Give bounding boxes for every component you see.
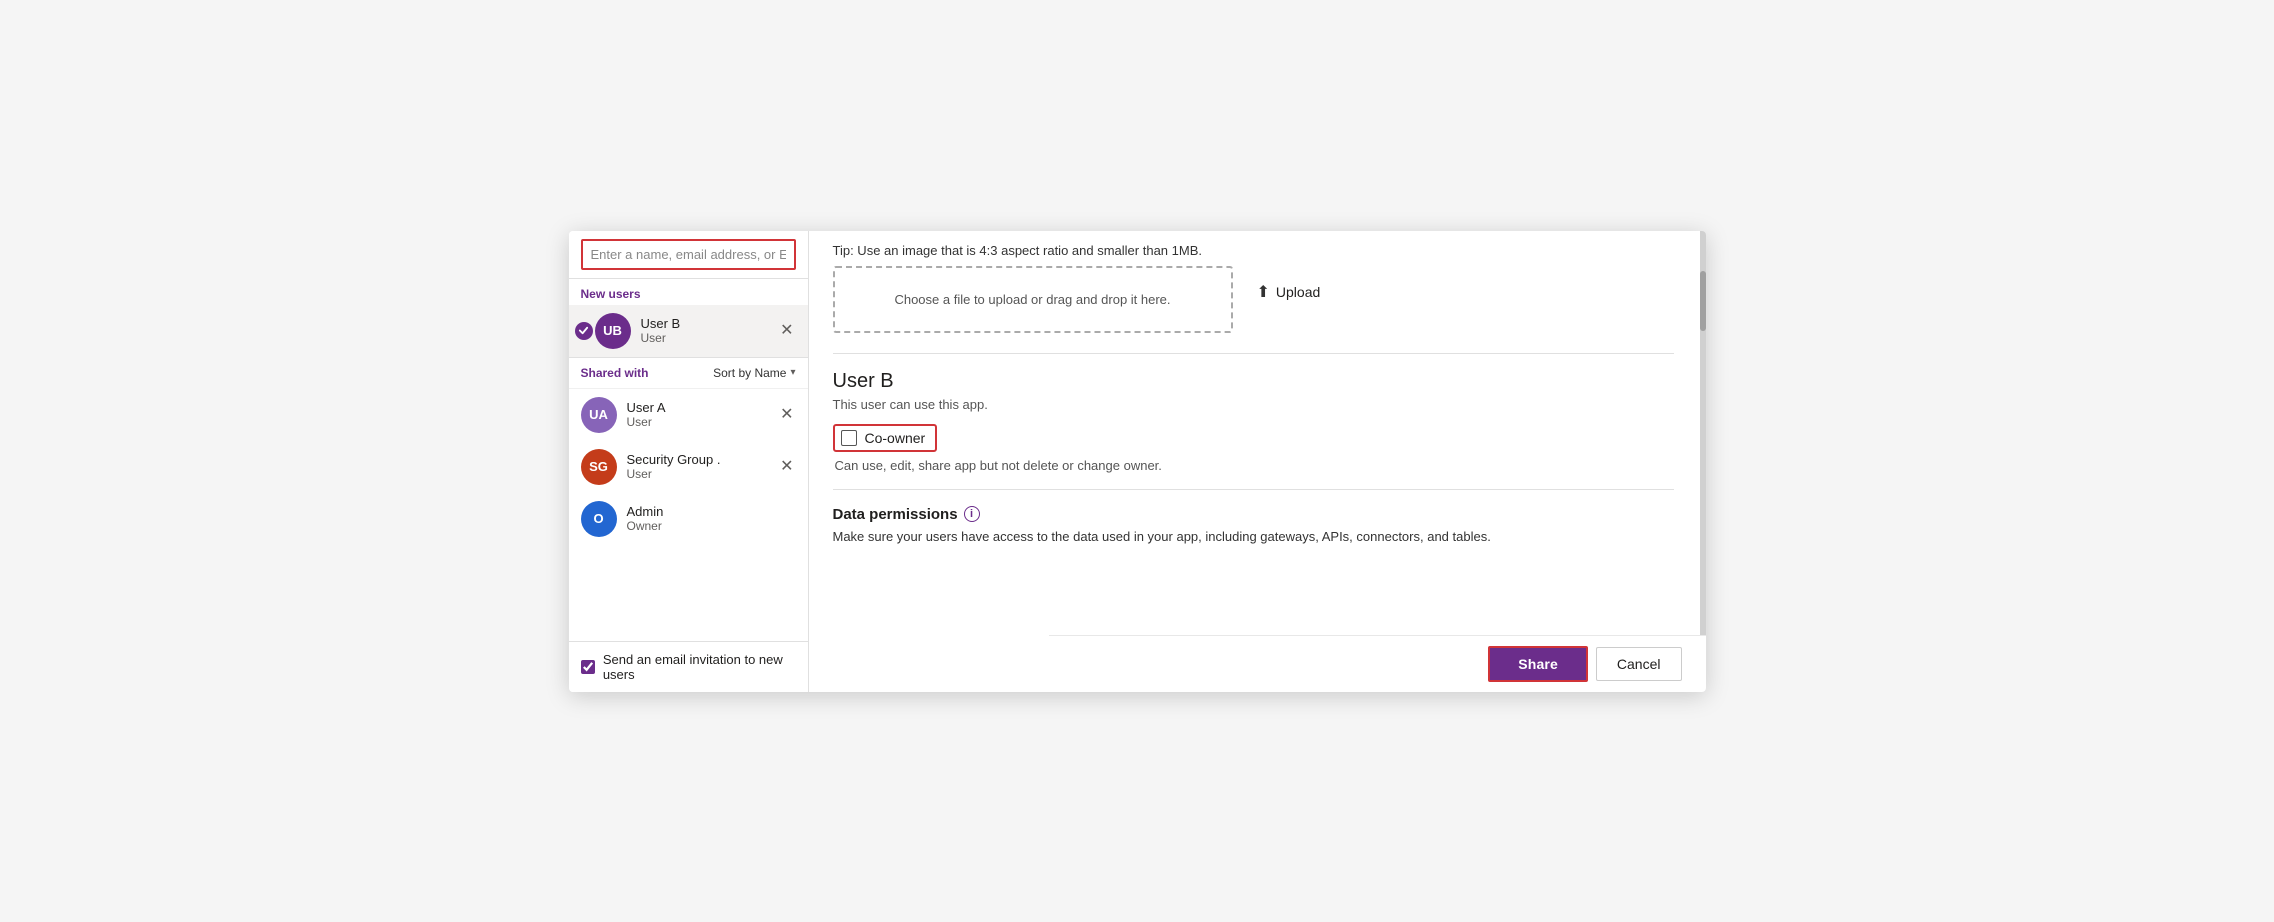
search-input[interactable] bbox=[581, 239, 796, 270]
share-button[interactable]: Share bbox=[1488, 646, 1588, 682]
check-badge bbox=[575, 322, 593, 340]
coowner-checkbox[interactable] bbox=[841, 430, 857, 446]
upload-section: Tip: Use an image that is 4:3 aspect rat… bbox=[833, 243, 1674, 337]
right-panel-inner: Tip: Use an image that is 4:3 aspect rat… bbox=[809, 231, 1706, 692]
user-info-ub: User B User bbox=[641, 316, 796, 345]
shared-users-list: UA User A User ✕ SG Security Group . Use… bbox=[569, 389, 808, 641]
tip-text: Tip: Use an image that is 4:3 aspect rat… bbox=[833, 243, 1674, 258]
user-name-sg: Security Group . bbox=[627, 452, 796, 467]
checkmark-icon bbox=[578, 325, 589, 336]
user-info-admin: Admin Owner bbox=[627, 504, 796, 533]
user-role-ua: User bbox=[627, 415, 796, 429]
user-b-description: This user can use this app. bbox=[833, 397, 1674, 412]
right-panel: Tip: Use an image that is 4:3 aspect rat… bbox=[809, 231, 1706, 692]
upload-icon: ⬆ bbox=[1257, 282, 1270, 302]
scrollbar-track[interactable] bbox=[1700, 231, 1706, 692]
user-name-admin: Admin bbox=[627, 504, 796, 519]
new-user-item-ub[interactable]: UB User B User ✕ bbox=[569, 305, 808, 357]
chevron-down-icon: ▾ bbox=[790, 367, 795, 378]
remove-button-ua[interactable]: ✕ bbox=[776, 405, 797, 425]
data-permissions-title: Data permissions i bbox=[833, 506, 1674, 523]
section-divider-1 bbox=[833, 353, 1674, 354]
shared-with-label: Shared with bbox=[581, 366, 649, 380]
upload-button[interactable]: ⬆ Upload bbox=[1257, 282, 1321, 302]
avatar-sg: SG bbox=[581, 449, 617, 485]
cancel-button[interactable]: Cancel bbox=[1596, 647, 1682, 681]
user-role-sg: User bbox=[627, 467, 796, 481]
coowner-label: Co-owner bbox=[865, 430, 926, 446]
drop-zone-text: Choose a file to upload or drag and drop… bbox=[894, 292, 1170, 307]
sort-dropdown[interactable]: Sort by Name ▾ bbox=[713, 366, 795, 380]
avatar-ub: UB bbox=[595, 313, 631, 349]
user-name-ub: User B bbox=[641, 316, 796, 331]
section-divider-2 bbox=[833, 489, 1674, 490]
email-invitation-label: Send an email invitation to new users bbox=[603, 652, 796, 682]
upload-label: Upload bbox=[1276, 284, 1320, 300]
shared-user-item-ua[interactable]: UA User A User ✕ bbox=[569, 389, 808, 441]
data-permissions-section: Data permissions i Make sure your users … bbox=[833, 506, 1674, 544]
coowner-row: Co-owner bbox=[833, 424, 1674, 452]
user-role-ub: User bbox=[641, 331, 796, 345]
new-users-label: New users bbox=[569, 279, 808, 305]
shared-with-bar: Shared with Sort by Name ▾ bbox=[569, 357, 808, 389]
avatar-admin: O bbox=[581, 501, 617, 537]
email-invitation-checkbox[interactable] bbox=[581, 659, 595, 675]
shared-user-item-admin[interactable]: O Admin Owner bbox=[569, 493, 808, 545]
scrollbar-thumb[interactable] bbox=[1700, 271, 1706, 331]
search-input-wrapper bbox=[569, 231, 808, 279]
info-icon[interactable]: i bbox=[964, 506, 980, 522]
coowner-note: Can use, edit, share app but not delete … bbox=[835, 458, 1674, 473]
email-invitation-row: Send an email invitation to new users bbox=[569, 641, 808, 692]
coowner-checkbox-wrapper: Co-owner bbox=[833, 424, 938, 452]
left-panel: New users UB User B User ✕ Shared with S… bbox=[569, 231, 809, 692]
remove-button-sg[interactable]: ✕ bbox=[776, 457, 797, 477]
bottom-bar: Share Cancel bbox=[1049, 635, 1706, 692]
user-info-sg: Security Group . User bbox=[627, 452, 796, 481]
user-name-ua: User A bbox=[627, 400, 796, 415]
data-permissions-description: Make sure your users have access to the … bbox=[833, 529, 1674, 544]
user-b-section: User B This user can use this app. Co-ow… bbox=[833, 370, 1674, 473]
user-info-ua: User A User bbox=[627, 400, 796, 429]
upload-drop-zone[interactable]: Choose a file to upload or drag and drop… bbox=[833, 266, 1233, 333]
share-modal: New users UB User B User ✕ Shared with S… bbox=[569, 231, 1706, 692]
remove-button-ub[interactable]: ✕ bbox=[776, 321, 797, 341]
data-permissions-heading: Data permissions bbox=[833, 506, 958, 523]
avatar-ua: UA bbox=[581, 397, 617, 433]
sort-label: Sort by Name bbox=[713, 366, 786, 380]
user-role-admin: Owner bbox=[627, 519, 796, 533]
shared-user-item-sg[interactable]: SG Security Group . User ✕ bbox=[569, 441, 808, 493]
user-b-heading: User B bbox=[833, 370, 1674, 393]
